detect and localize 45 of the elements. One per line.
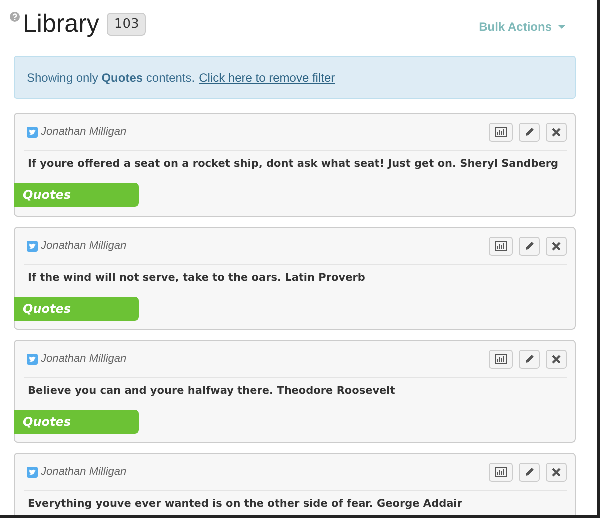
author-name: Jonathan Milligan [41, 353, 127, 365]
bird-icon [27, 240, 38, 252]
count-badge: 103 [107, 12, 146, 36]
pencil-icon [524, 467, 534, 477]
delete-button[interactable] [546, 350, 567, 368]
bird-icon [27, 354, 38, 364]
caret-icon [558, 25, 566, 29]
category-tag[interactable]: Quotes [14, 297, 139, 321]
close-icon [552, 354, 561, 364]
stats-button[interactable] [489, 236, 513, 256]
edit-button[interactable] [519, 122, 540, 142]
edit-button[interactable] [519, 236, 540, 256]
close-icon [552, 242, 561, 250]
author-name: Jonathan Milligan [41, 240, 127, 252]
delete-button[interactable] [546, 236, 567, 256]
bulk-actions-dropdown[interactable]: Bulk Actions [479, 20, 566, 34]
pencil-icon [524, 127, 534, 137]
stats-icon [495, 241, 507, 251]
quote-text: Everything youve ever wanted is on the other side of fear. George Addair [27, 497, 464, 512]
stats-icon [495, 467, 507, 477]
quote-text: If youre offered a seat on a rocket ship, dont ask what seat! Just get on. Sheryl Sandberg [27, 157, 560, 172]
delete-button[interactable] [546, 462, 567, 482]
close-icon [552, 128, 561, 136]
bird-icon [27, 466, 38, 478]
stats-button[interactable] [489, 462, 513, 482]
stats-button[interactable] [489, 122, 513, 142]
pencil-icon [524, 354, 534, 364]
category-tag[interactable]: Quotes [14, 183, 139, 207]
stats-icon [495, 127, 507, 137]
author-name: Jonathan Milligan [41, 466, 127, 478]
stats-button[interactable] [489, 350, 513, 368]
quote-text: Believe you can and youre halfway there. Theodore Roosevelt [27, 384, 396, 399]
filter-message: Showing only Quotes contents. [27, 70, 196, 84]
edit-button[interactable] [519, 462, 540, 482]
pencil-icon [524, 241, 534, 251]
page-title: Library [23, 10, 100, 38]
remove-filter-link[interactable]: Click here to remove filter [199, 70, 336, 84]
quote-text: If the wind will not serve, take to the oars. Latin Proverb [27, 271, 366, 286]
delete-button[interactable] [546, 122, 567, 142]
author-name: Jonathan Milligan [41, 126, 127, 138]
category-tag[interactable]: Quotes [14, 410, 139, 434]
bird-icon [27, 126, 38, 138]
edit-button[interactable] [519, 350, 540, 368]
stats-icon [495, 354, 507, 364]
close-icon [552, 468, 561, 476]
